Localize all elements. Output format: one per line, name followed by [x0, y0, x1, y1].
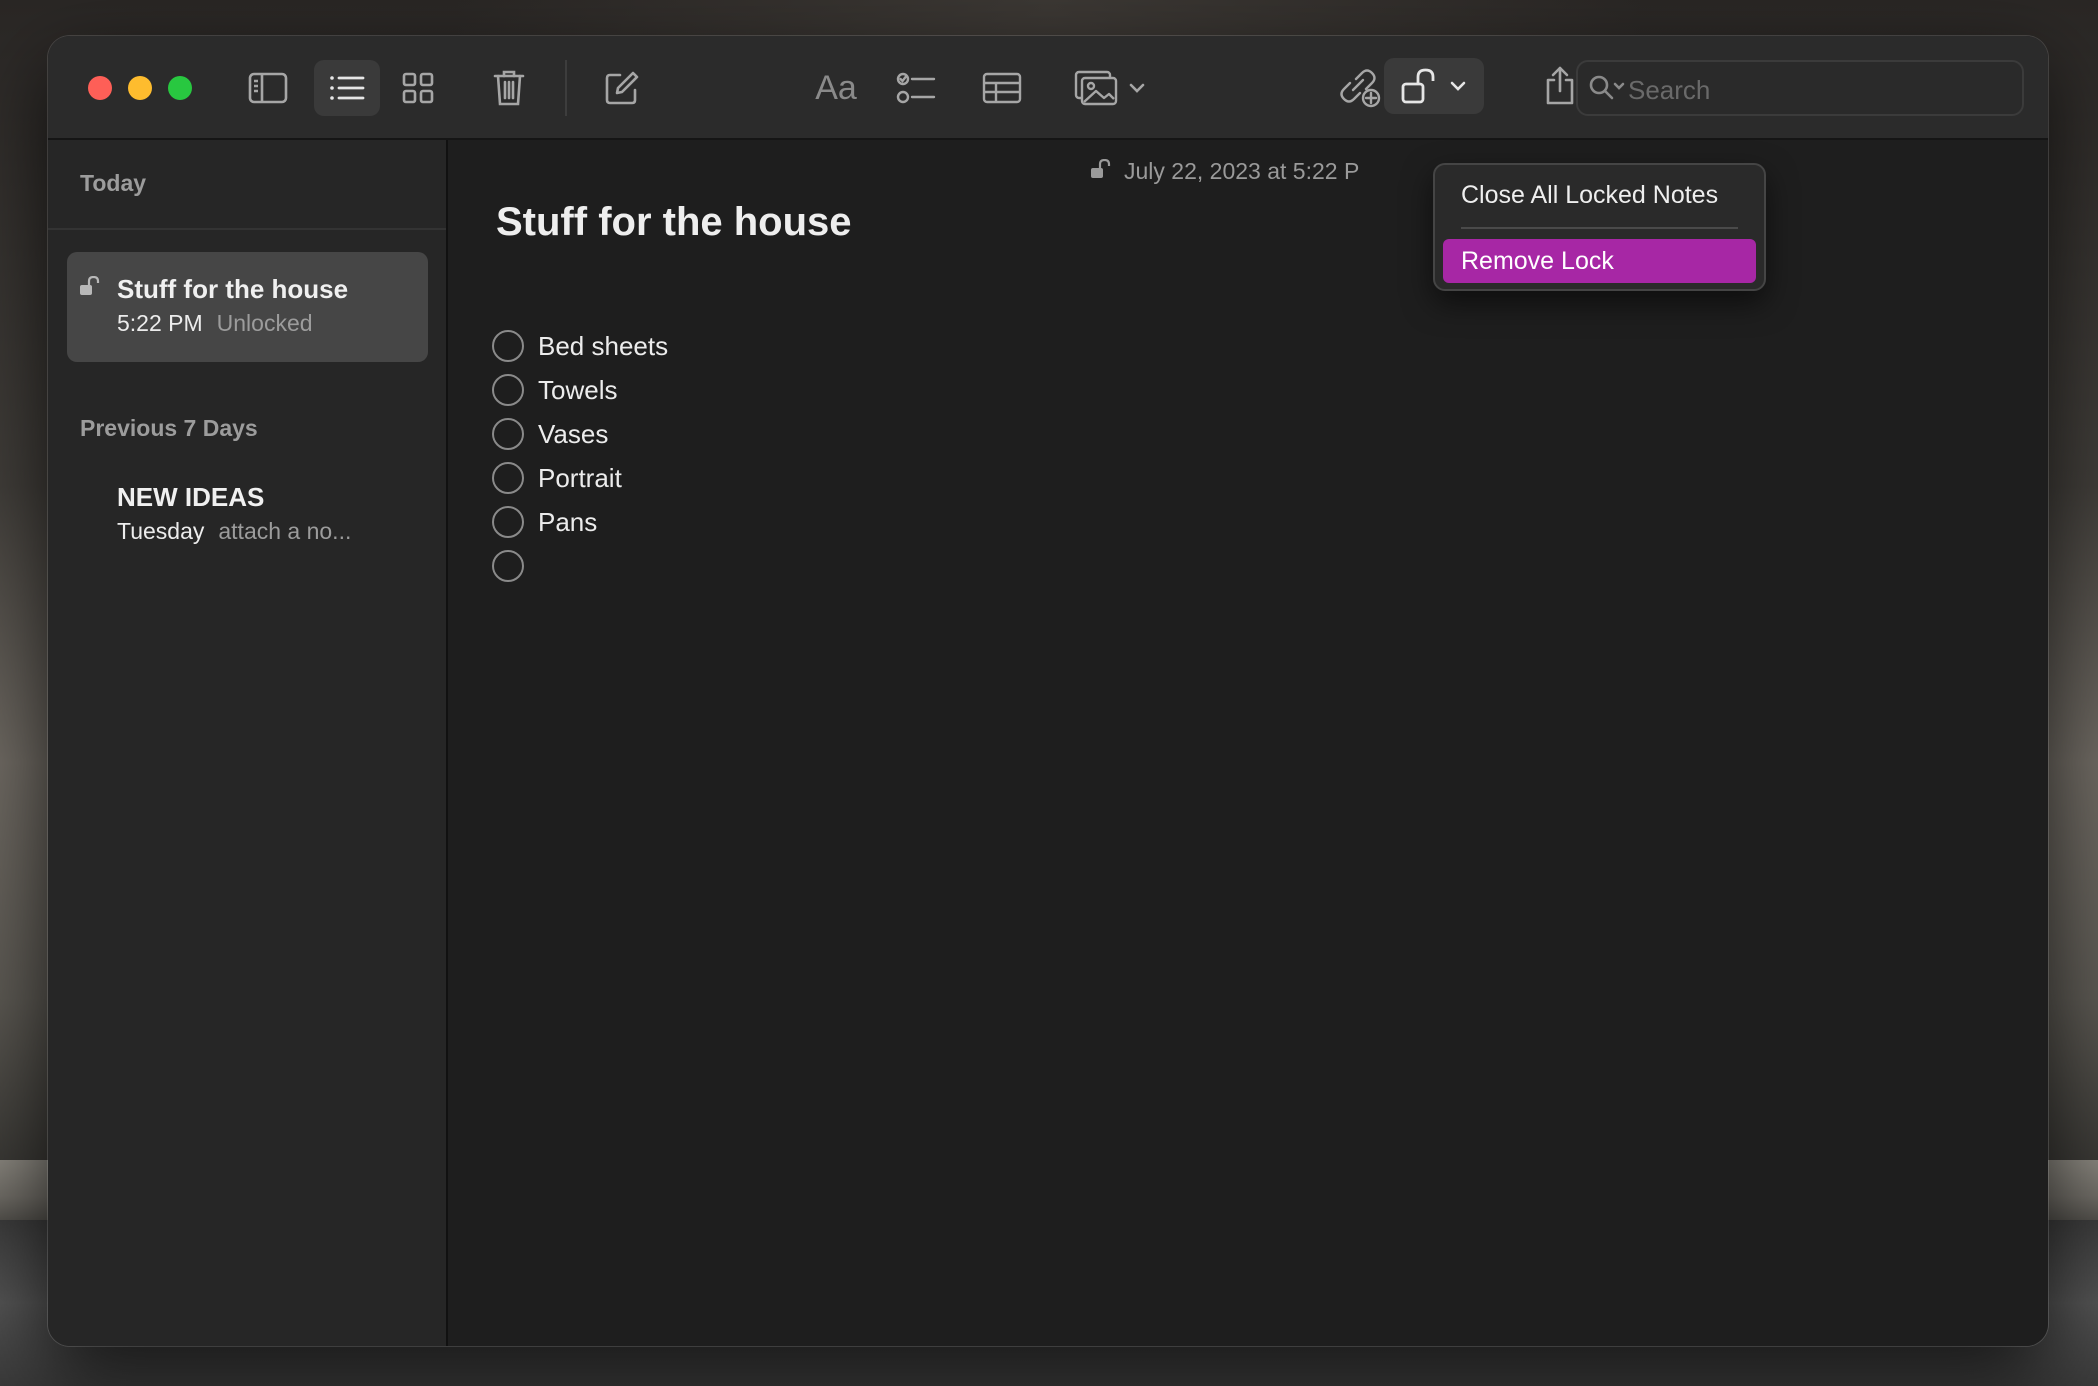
notes-list-sidebar: Today Stuff for the house 5:22 PM Unlocke… [48, 140, 448, 1346]
note-meta: 5:22 PM Unlocked [117, 310, 313, 337]
table-icon [982, 72, 1022, 104]
checklist: Bed sheets Towels Vases Portrait Pans [492, 324, 668, 588]
media-icon [1074, 70, 1118, 106]
checklist-item: Bed sheets [492, 324, 668, 368]
checkbox[interactable] [492, 374, 524, 406]
search-input[interactable] [1628, 70, 2008, 110]
section-header-today: Today [80, 170, 147, 196]
fullscreen-window-button[interactable] [168, 76, 192, 100]
note-list-item[interactable]: NEW IDEAS Tuesday attach a no... [67, 460, 428, 570]
note-editor[interactable]: July 22, 2023 at 5:22 P Stuff for the ho… [450, 140, 2048, 1346]
media-button[interactable] [1062, 62, 1158, 114]
collaborate-button[interactable] [1332, 62, 1388, 114]
menu-item-remove-lock[interactable]: Remove Lock [1443, 239, 1756, 283]
checklist-item-text[interactable]: Pans [538, 507, 597, 538]
checkbox[interactable] [492, 550, 524, 582]
list-view-button[interactable] [314, 60, 380, 116]
gallery-view-icon [402, 72, 434, 104]
checklist-item: Towels [492, 368, 668, 412]
collaborate-icon [1339, 68, 1381, 108]
checklist-item-text[interactable]: Portrait [538, 463, 622, 494]
note-heading[interactable]: Stuff for the house [496, 200, 852, 245]
section-header-previous-7-days: Previous 7 Days [80, 415, 258, 441]
unlocked-lock-icon [79, 275, 101, 301]
sidebar-toggle-icon [248, 72, 288, 104]
checklist-item [492, 544, 668, 588]
checklist-item-text[interactable]: Towels [538, 375, 617, 406]
checkbox[interactable] [492, 330, 524, 362]
toolbar-separator [565, 60, 567, 116]
note-preview: Unlocked [216, 310, 313, 336]
share-icon [1543, 66, 1577, 106]
menu-divider [1461, 227, 1738, 229]
checklist-item: Vases [492, 412, 668, 456]
checkbox[interactable] [492, 462, 524, 494]
lock-dropdown-menu: Close All Locked Notes Remove Lock [1433, 163, 1766, 291]
checkbox[interactable] [492, 418, 524, 450]
note-preview: attach a no... [218, 518, 352, 544]
lock-icon [1401, 68, 1439, 104]
toolbar: Aa [48, 36, 2048, 140]
note-title: NEW IDEAS [117, 482, 265, 512]
note-time: Tuesday [117, 518, 205, 544]
note-title: Stuff for the house [117, 274, 349, 304]
note-date-text: July 22, 2023 at 5:22 P [1124, 158, 1360, 184]
section-divider [48, 228, 446, 230]
lock-button[interactable] [1384, 58, 1484, 114]
note-date: July 22, 2023 at 5:22 P [1090, 158, 1359, 185]
checklist-icon [896, 71, 936, 105]
search-icon [1588, 74, 1626, 109]
format-text-icon: Aa [815, 68, 857, 107]
notes-window: Aa Search Today Stuff for the house 5:22… [48, 36, 2048, 1346]
checklist-item-text[interactable]: Vases [538, 419, 608, 450]
new-note-button[interactable] [596, 62, 648, 114]
chevron-down-icon [1128, 82, 1146, 94]
unlocked-lock-icon [1090, 158, 1112, 185]
table-button[interactable] [974, 62, 1030, 114]
search-field[interactable] [1576, 60, 2024, 116]
note-time: 5:22 PM [117, 310, 203, 336]
chevron-down-icon [1449, 80, 1467, 92]
gallery-view-button[interactable] [390, 64, 446, 112]
checklist-item: Portrait [492, 456, 668, 500]
close-window-button[interactable] [88, 76, 112, 100]
trash-icon [493, 69, 525, 107]
checklist-item-text[interactable]: Bed sheets [538, 331, 668, 362]
checklist-item: Pans [492, 500, 668, 544]
note-meta: Tuesday attach a no... [117, 518, 351, 545]
format-button[interactable]: Aa [806, 62, 866, 114]
list-view-icon [328, 73, 366, 103]
compose-icon [604, 70, 640, 106]
menu-item-close-all-locked-notes[interactable]: Close All Locked Notes [1443, 173, 1756, 217]
checklist-button[interactable] [888, 62, 944, 114]
minimize-window-button[interactable] [128, 76, 152, 100]
sidebar-toggle-button[interactable] [238, 64, 298, 112]
note-list-item-selected[interactable]: Stuff for the house 5:22 PM Unlocked [67, 252, 428, 362]
delete-button[interactable] [484, 62, 534, 114]
checkbox[interactable] [492, 506, 524, 538]
